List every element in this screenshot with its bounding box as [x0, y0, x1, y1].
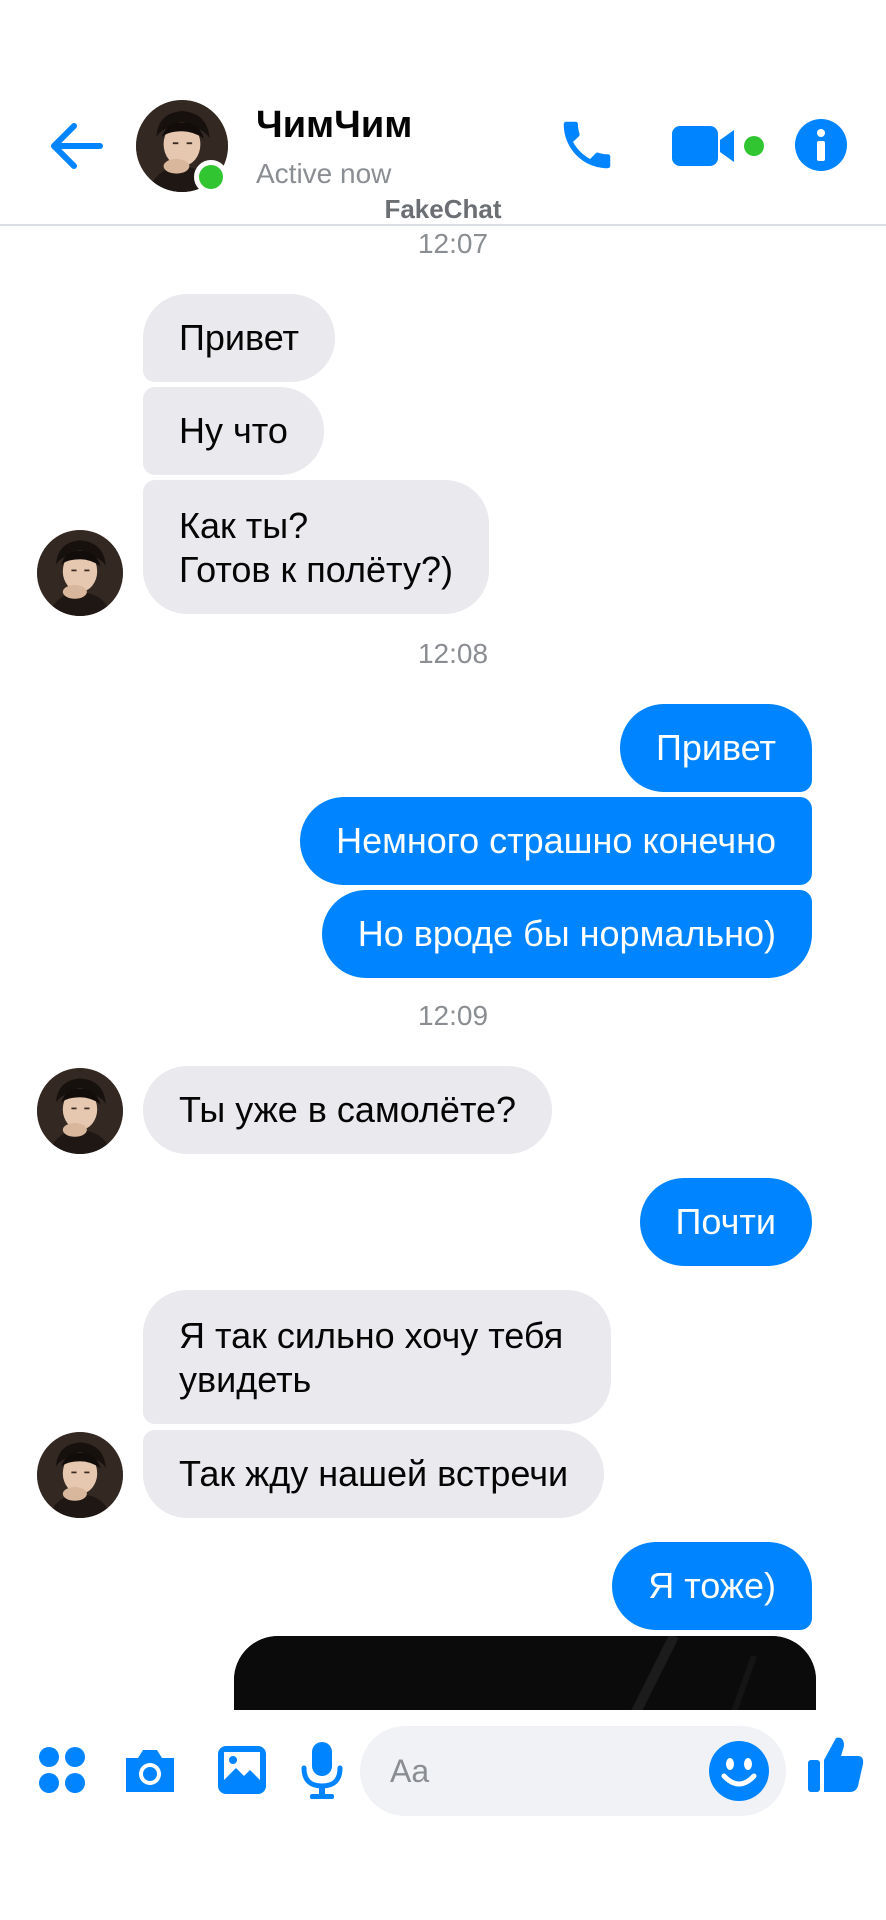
message-text: Но вроде бы нормально): [357, 913, 776, 954]
message-text: Привет: [655, 727, 776, 768]
video-call-button[interactable]: [670, 118, 742, 174]
contact-status: Active now: [256, 158, 392, 189]
composer-bar: [0, 1710, 886, 1920]
message-text-line: Готов к полёту?): [179, 549, 453, 590]
chat-header: ЧимЧим Active now FakeChat: [0, 0, 886, 226]
four-dots-icon: [39, 1747, 85, 1793]
sender-avatar[interactable]: [37, 530, 123, 616]
phone-icon: [563, 121, 611, 169]
message-text: Ты уже в самолёте?: [179, 1089, 517, 1130]
incoming-message[interactable]: Привет: [143, 294, 336, 382]
outgoing-message[interactable]: Но вроде бы нормально): [321, 890, 812, 978]
message-text: Ну что: [179, 410, 288, 451]
voice-message-button[interactable]: [300, 1740, 344, 1800]
timestamp: 12:08: [417, 638, 489, 669]
incoming-message[interactable]: Я так сильно хочу тебя увидеть: [143, 1290, 612, 1424]
message-text: Немного страшно конечно: [336, 820, 776, 861]
message-text-line: увидеть: [179, 1359, 312, 1400]
gallery-button[interactable]: [216, 1744, 268, 1796]
smile-icon: [709, 1741, 769, 1801]
incoming-message[interactable]: Как ты? Готов к полёту?): [143, 480, 489, 614]
arrow-left-icon: [51, 123, 103, 169]
info-button[interactable]: [794, 118, 848, 172]
more-apps-button[interactable]: [36, 1744, 88, 1796]
message-text-line: Как ты?: [179, 505, 309, 546]
incoming-message[interactable]: Ты уже в самолёте?: [143, 1066, 553, 1154]
sender-avatar[interactable]: [37, 1432, 123, 1518]
incoming-message[interactable]: Так жду нашей встречи: [143, 1430, 605, 1518]
timestamp: 12:07: [417, 228, 489, 259]
microphone-icon: [301, 1742, 343, 1799]
message-input[interactable]: [390, 1726, 690, 1816]
voice-call-button[interactable]: [556, 114, 618, 176]
like-button[interactable]: [806, 1734, 866, 1796]
message-list[interactable]: 12:07 Привет Ну что Как ты? Готов к полё…: [0, 228, 886, 1710]
outgoing-message[interactable]: Почти: [639, 1178, 812, 1266]
message-text: Так жду нашей встречи: [179, 1453, 569, 1494]
video-camera-icon: [672, 126, 734, 166]
incoming-message[interactable]: Ну что: [143, 387, 324, 475]
contact-name[interactable]: ЧимЧим: [256, 104, 412, 147]
message-input-wrapper: [360, 1726, 786, 1816]
message-text-line: Я так сильно хочу тебя: [179, 1315, 564, 1356]
camera-button[interactable]: [122, 1746, 178, 1796]
outgoing-message[interactable]: Привет: [619, 704, 812, 792]
watermark-label: FakeChat: [384, 194, 502, 224]
sender-avatar[interactable]: [37, 1068, 123, 1154]
message-text: Почти: [675, 1201, 776, 1242]
outgoing-message[interactable]: Я тоже): [612, 1542, 812, 1630]
emoji-button[interactable]: [708, 1740, 770, 1802]
image-icon: [218, 1746, 266, 1794]
info-icon: [795, 119, 847, 171]
online-status-dot: [194, 160, 228, 194]
camera-icon: [126, 1750, 174, 1792]
timestamp: 12:09: [417, 1000, 489, 1031]
message-text: Я тоже): [648, 1565, 776, 1606]
back-button[interactable]: [44, 114, 108, 178]
outgoing-message[interactable]: Немного страшно конечно: [300, 797, 812, 885]
video-active-dot: [744, 136, 764, 156]
thumbs-up-icon: [808, 1737, 864, 1792]
message-text: Привет: [179, 317, 300, 358]
